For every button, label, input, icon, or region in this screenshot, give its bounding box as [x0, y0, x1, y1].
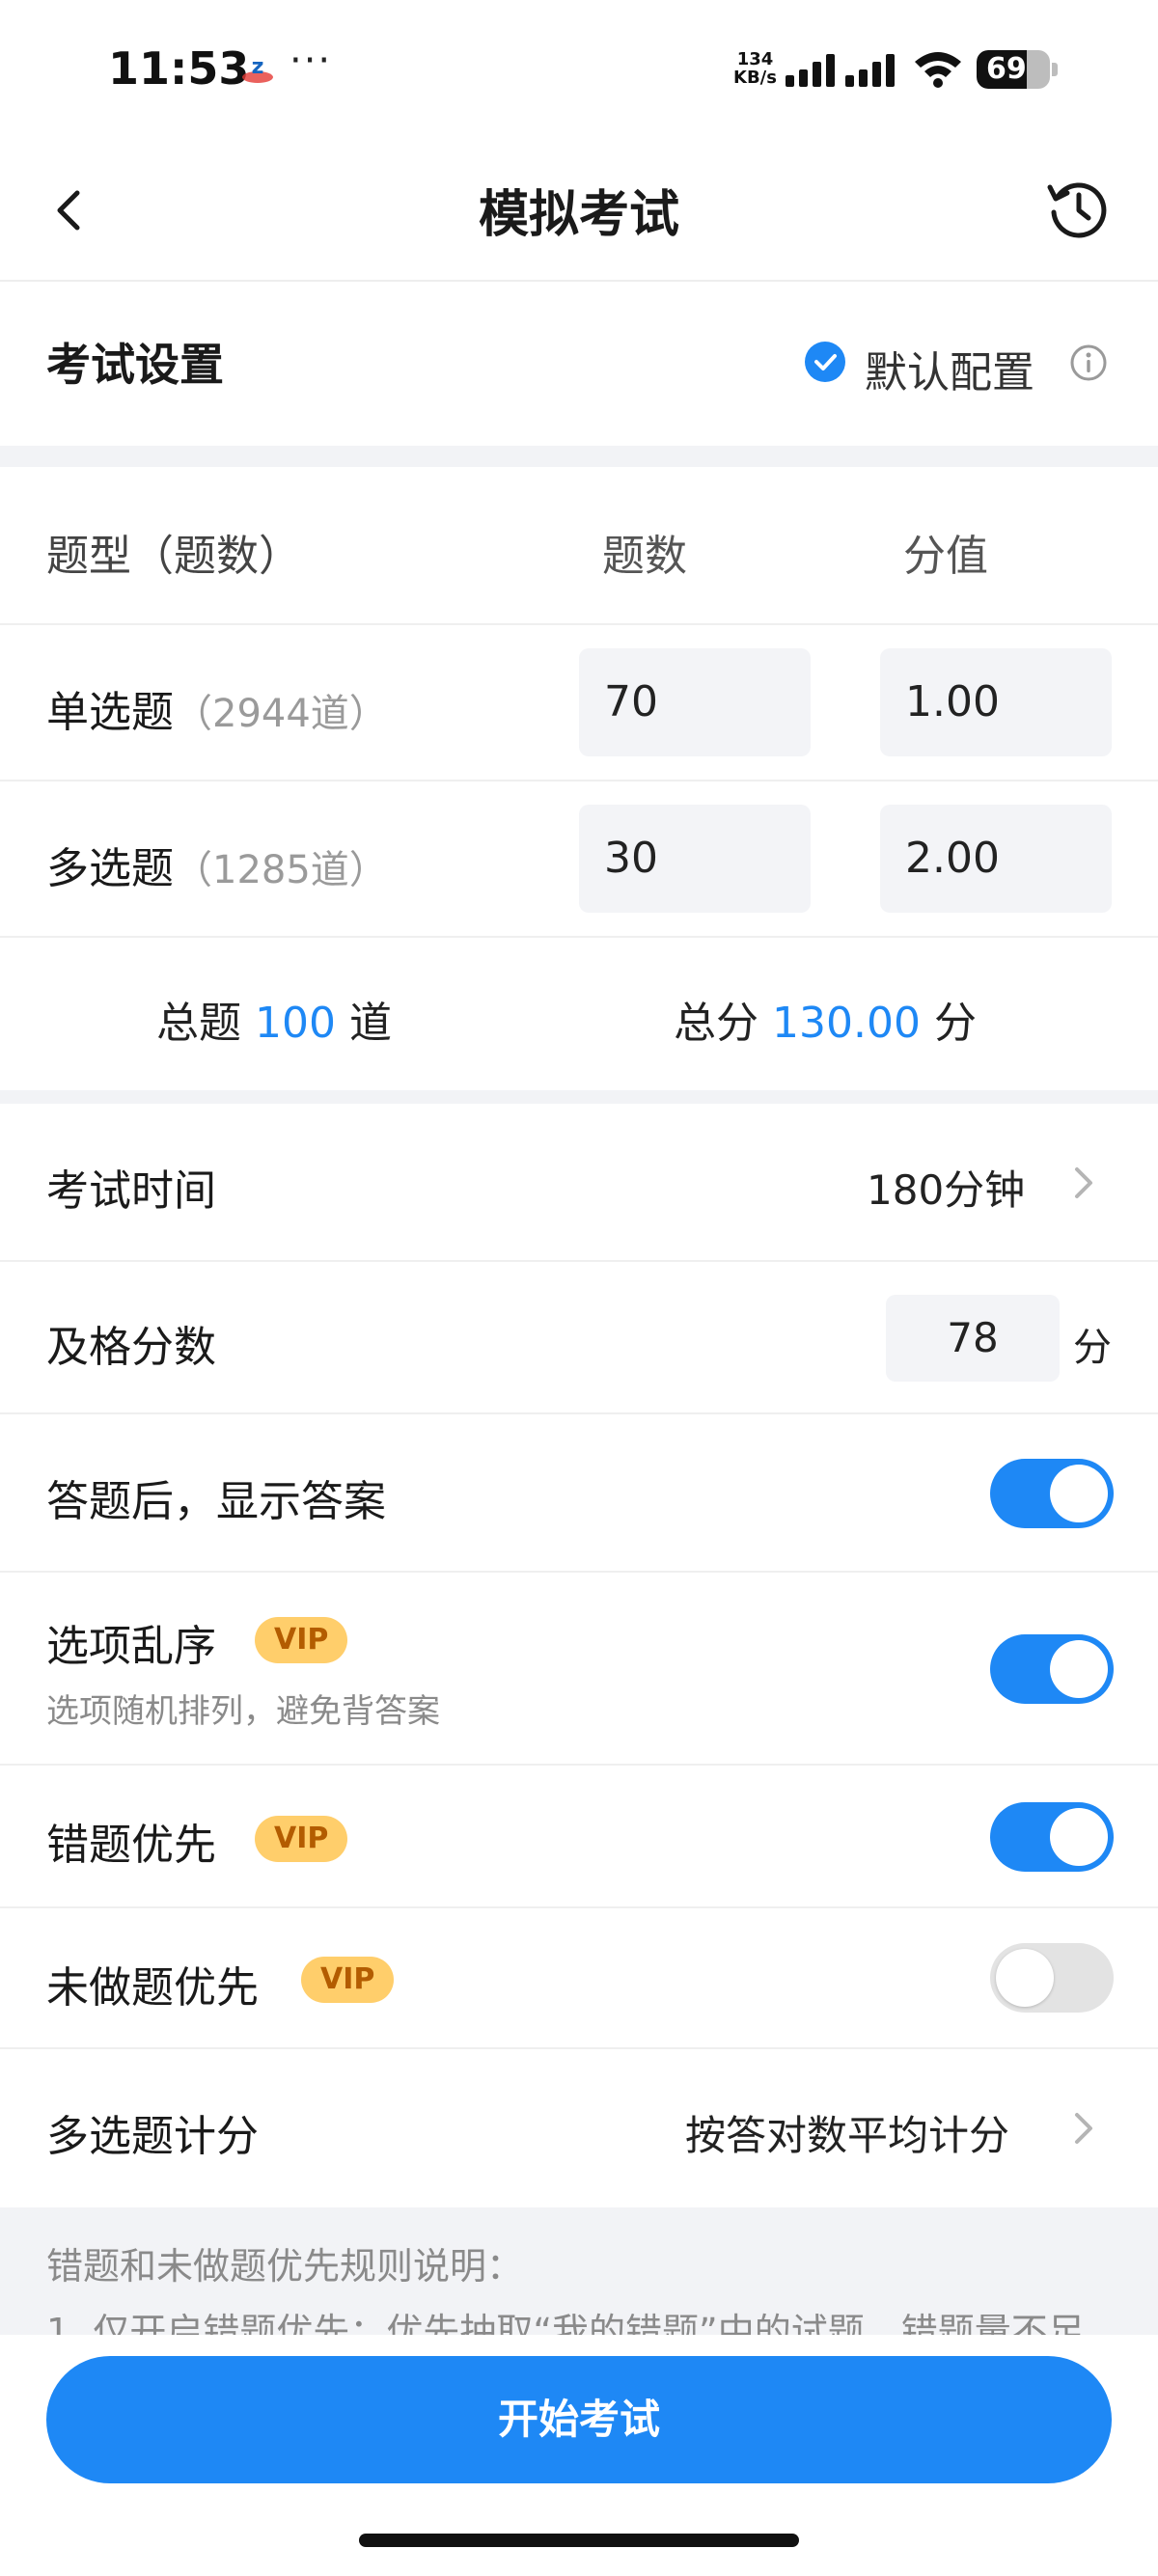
settings-title: 考试设置 [46, 339, 224, 391]
exam-time-row[interactable]: 考试时间 180分钟 [0, 1104, 1158, 1262]
signal-icon [786, 54, 895, 87]
show-answer-label: 答题后，显示答案 [46, 1477, 386, 1526]
info-icon[interactable] [1069, 343, 1108, 382]
show-answer-row: 答题后，显示答案 [0, 1414, 1158, 1573]
total-questions: 总题 100 道 [156, 999, 392, 1048]
multi-scoring-label: 多选题计分 [46, 2112, 259, 2161]
question-count-input[interactable]: 70 [579, 648, 811, 756]
vip-badge: VIP [301, 1957, 395, 2003]
history-icon[interactable] [1044, 174, 1112, 243]
exam-time-label: 考试时间 [46, 1166, 216, 1216]
status-bar: 11:53 z ··· 134 KB/s 69 [0, 0, 1158, 135]
question-type: 单选题 [46, 688, 174, 737]
pass-score-label: 及格分数 [46, 1323, 216, 1372]
default-config-checkbox[interactable] [805, 342, 845, 382]
table-header: 题型（题数） 题数 分值 [0, 467, 1158, 625]
svg-text:z: z [252, 55, 264, 79]
section-divider [0, 1090, 1158, 1104]
battery-icon: 69 [977, 50, 1058, 89]
status-time: 11:53 [108, 42, 250, 95]
header-count: 题数 [602, 532, 687, 581]
totals-row: 总题 100 道 总分 130.00 分 [0, 938, 1158, 1090]
wrong-first-label: 错题优先 [46, 1821, 216, 1870]
question-score-input[interactable]: 2.00 [880, 805, 1112, 913]
page-title: 模拟考试 [478, 186, 679, 244]
battery-level: 69 [986, 52, 1027, 86]
exam-time-value: 180分钟 [867, 1166, 1026, 1214]
vip-badge: VIP [255, 1617, 348, 1663]
shuffle-options-row: 选项乱序 VIP 选项随机排列，避免背答案 [0, 1573, 1158, 1766]
undone-first-toggle[interactable] [990, 1943, 1114, 2013]
check-icon [814, 354, 837, 370]
table-row: 单选题（2944道） 70 1.00 [0, 625, 1158, 781]
undone-first-label: 未做题优先 [46, 1963, 259, 2013]
start-exam-button[interactable]: 开始考试 [46, 2356, 1112, 2483]
wrong-first-row: 错题优先 VIP [0, 1766, 1158, 1908]
question-score-input[interactable]: 1.00 [880, 648, 1112, 756]
nav-bar: 模拟考试 [0, 135, 1158, 282]
total-score-value: 130.00 [772, 999, 921, 1048]
question-pool-count: （1285道） [174, 848, 388, 892]
network-speed-value: 134 [736, 49, 774, 69]
wifi-icon [915, 52, 961, 88]
show-answer-toggle[interactable] [990, 1459, 1114, 1528]
multi-scoring-row[interactable]: 多选题计分 按答对数平均计分 [0, 2049, 1158, 2207]
rules-note: 错题和未做题优先规则说明： 1. 仅开启错题优先：优先抽取“我的错题”中的试题，… [0, 2207, 1158, 2335]
question-pool-count: （2944道） [174, 692, 388, 736]
section-divider [0, 446, 1158, 467]
home-indicator[interactable] [359, 2534, 799, 2547]
shuffle-options-description: 选项随机排列，避免背答案 [46, 1692, 440, 1731]
network-speed-unit: KB/s [733, 68, 777, 88]
bottom-bar: 开始考试 [0, 2335, 1158, 2576]
undone-first-row: 未做题优先 VIP [0, 1908, 1158, 2049]
question-type-label: 单选题（2944道） [46, 677, 388, 739]
wrong-first-toggle[interactable] [990, 1802, 1114, 1872]
total-score: 总分 130.00 分 [674, 999, 977, 1048]
more-notifications-icon: ··· [290, 39, 333, 83]
multi-scoring-value: 按答对数平均计分 [685, 2112, 1010, 2159]
question-count-input[interactable]: 30 [579, 805, 811, 913]
question-type: 多选题 [46, 844, 174, 893]
shuffle-options-label: 选项乱序 [46, 1622, 216, 1671]
chevron-right-icon [1075, 2113, 1092, 2144]
header-score: 分值 [903, 532, 988, 581]
total-questions-value: 100 [255, 999, 336, 1048]
pass-score-row: 及格分数 78 分 [0, 1262, 1158, 1414]
table-row: 多选题（1285道） 30 2.00 [0, 781, 1158, 938]
vip-badge: VIP [255, 1816, 348, 1862]
header-type: 题型（题数） [46, 532, 301, 581]
rules-note-line: 1. 仅开启错题优先：优先抽取“我的错题”中的试题，错题量不足 [46, 2311, 1085, 2335]
question-type-label: 多选题（1285道） [46, 834, 388, 895]
pass-score-input[interactable]: 78 [886, 1295, 1060, 1382]
chevron-right-icon [1075, 1167, 1092, 1198]
app-notification-icon: z [242, 55, 273, 83]
default-config-label[interactable]: 默认配置 [865, 338, 1034, 399]
rules-note-title: 错题和未做题优先规则说明： [46, 2245, 524, 2288]
pass-score-unit: 分 [1073, 1326, 1112, 1370]
network-speed: 134 KB/s [733, 50, 777, 87]
shuffle-options-toggle[interactable] [990, 1634, 1114, 1704]
